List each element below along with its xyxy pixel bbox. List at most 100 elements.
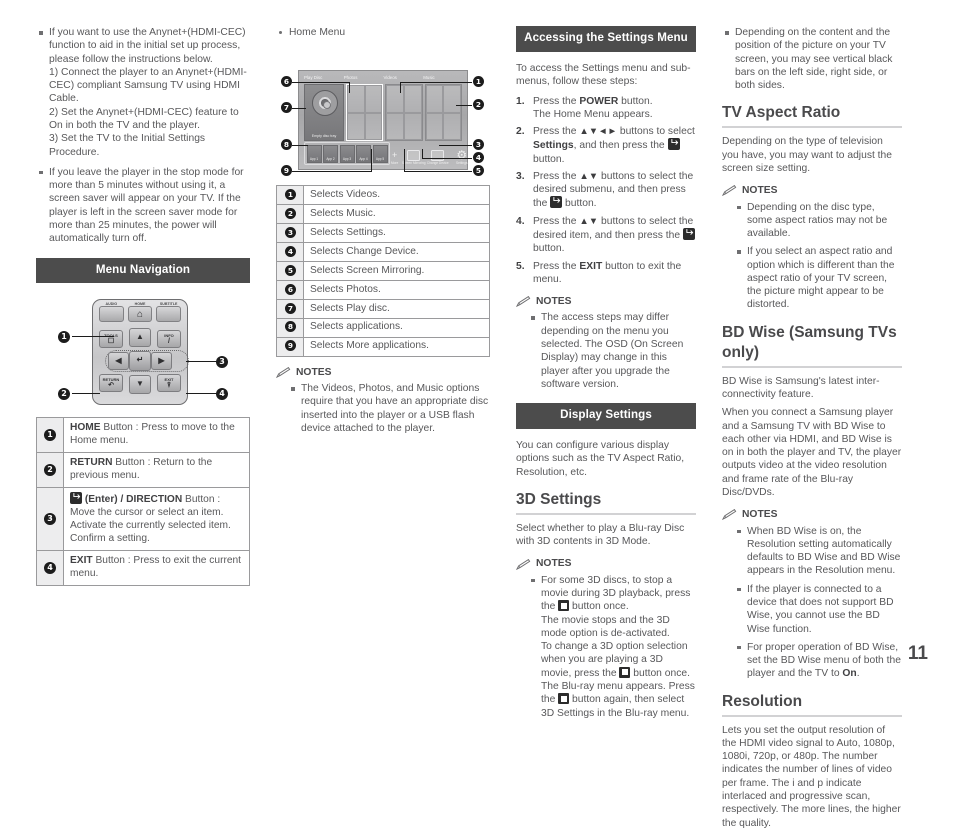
return-glyph: ↶ [108,381,114,389]
notes-heading-text: NOTES [536,558,572,570]
divider [722,365,902,368]
home-leader-9b [371,149,372,172]
row-number: 1 [276,185,304,206]
tools-button: TOOLS ☐ [99,330,123,349]
home-leader-6 [292,81,350,83]
list-item: If the player is connected to a device t… [734,583,902,636]
notes-heading: NOTES [515,295,696,308]
list-item: Press the ▲▼ buttons to select the desir… [516,215,696,256]
notes-list: The access steps may differ depending on… [516,311,696,391]
home-button: HOME [127,302,153,323]
row-description: Selects More applications. [310,340,429,352]
remote-mid-row: TOOLS ☐ INFO / ▲ ▼ ◀ ▶ ↵ RETURN ↶ [99,328,189,395]
bd-wise-para-1: BD Wise is Samsung's latest inter-connec… [722,375,880,401]
display-settings-intro: You can configure various display option… [516,440,685,478]
home-callout-6: 6 [281,76,292,88]
notes-heading-text: NOTES [536,296,572,308]
list-item: For some 3D discs, to stop a movie durin… [528,574,696,720]
row-description: Selects applications. [303,318,490,338]
remote-leader-3 [186,361,218,363]
audio-button: AUDIO [99,302,124,323]
tile-label-music: Music [423,75,435,81]
home-leader-2 [456,104,472,106]
home-leader-1b [400,81,401,93]
subtitle-label: SUBTITLE [159,301,178,306]
exit-glyph: ⍒ [166,381,172,389]
change-device-icon [431,150,445,162]
down-arrow-icon: ▼ [129,375,151,395]
table-row: 3 (Enter) / DIRECTION Button : Move the … [36,487,250,552]
direction-arrows-icon: ▲▼ [579,215,599,227]
tile-label-play-disc: Play Disc [304,75,323,81]
subtitle-button: SUBTITLE [156,302,182,323]
bd-wise-notes: NOTES When BD Wise is on, the Resolution… [721,508,902,681]
home-callout-8: 8 [281,139,292,151]
notes-heading-text: NOTES [742,509,778,521]
notes-heading: NOTES [721,508,902,521]
table-row: 4 Selects Change Device. [276,242,490,263]
callout-number: 4 [44,561,56,574]
list-item: Depending on the disc type, some aspect … [734,201,902,241]
callout-number: 2 [44,463,56,476]
table-row: 6 Selects Photos. [276,280,490,300]
app-3: App 3 [339,144,355,163]
list-item-text: If you want to use the Anynet+(HDMI-CEC)… [49,27,246,65]
button-name: HOME [70,422,101,434]
list-item: If you leave the player in the stop mode… [36,166,250,246]
remote-control-figure: AUDIO HOME SUBTITLE TOOLS ☐ [36,293,250,413]
heading-bd-wise: BD Wise (Samsung TVs only) [722,323,897,361]
stop-icon [619,666,631,678]
app-shortcut-group: App 1 App 2 App 3 App 4 App 5 [304,142,390,166]
row-number: 9 [276,337,304,357]
row-number: 4 [276,242,304,263]
home-leader-4b [422,149,423,159]
heading-3d-settings: 3D Settings [516,490,602,508]
emphasis: On [842,668,857,680]
home-callout-1: 1 [473,76,484,88]
pencil-icon [275,366,291,379]
home-menu-screen: Play Disc Photos Videos Music Empty disc… [298,70,468,171]
info-glyph: / [168,337,170,345]
row-description: EXIT Button : Press to exit the current … [70,555,242,580]
enter-icon [70,492,82,505]
list-item-text: If you leave the player in the stop mode… [49,166,244,245]
callout-number: 7 [285,302,296,314]
row-number: 8 [276,318,304,338]
remote-body: AUDIO HOME SUBTITLE TOOLS ☐ [92,299,189,406]
notes-heading-text: NOTES [742,185,778,197]
notes-list: When BD Wise is on, the Resolution setti… [722,525,902,681]
app-5: App 5 [372,144,388,163]
enter-icon [667,138,680,151]
3d-settings-intro: Select whether to play a Blu-ray Disc wi… [516,522,685,548]
list-item-subtext: 3) Set the TV to the Initial Settings Pr… [49,133,206,158]
table-row: 1 Selects Videos. [276,185,490,206]
music-tile [424,84,462,142]
enter-button: ↵ [129,351,151,372]
bd-wise-para-2: When you connect a Samsung player and a … [722,407,902,498]
emphasis: Settings [533,140,574,152]
notes-heading: NOTES [275,366,490,379]
callout-number: 1 [285,188,296,200]
play-disc-tile: Empty disc tray [304,84,344,142]
row-number: 1 [36,417,64,454]
app-1: App 1 [306,144,322,163]
empty-disc-tray-label: Empty disc tray [311,133,337,138]
home-menu-notes: NOTES The Videos, Photos, and Music opti… [275,366,490,435]
home-menu-figure: Play Disc Photos Videos Music Empty disc… [276,46,490,181]
direction-arrows-icon: ▲▼◄► [579,126,617,138]
section-header-menu-navigation: Menu Navigation [36,257,250,284]
app-5-label: App 5 [375,157,385,162]
home-leader-8 [292,144,308,146]
videos-tile [385,84,423,142]
home-callout-4: 4 [473,152,484,164]
button-name: RETURN [70,457,113,469]
more-apps-button: + More [391,150,398,166]
row-description: HOME Button : Press to move to the Home … [63,417,250,454]
tile-label-row: Play Disc Photos Videos Music [304,75,463,81]
stop-icon [558,600,570,612]
section-header-accessing-settings: Accessing the Settings Menu [516,26,696,52]
direction-arrows-icon: ▲▼ [579,170,599,182]
callout-number: 3 [44,512,56,525]
resolution-text: Lets you set the output resolution of th… [722,724,901,829]
notes-list: The Videos, Photos, and Music options re… [276,382,490,435]
